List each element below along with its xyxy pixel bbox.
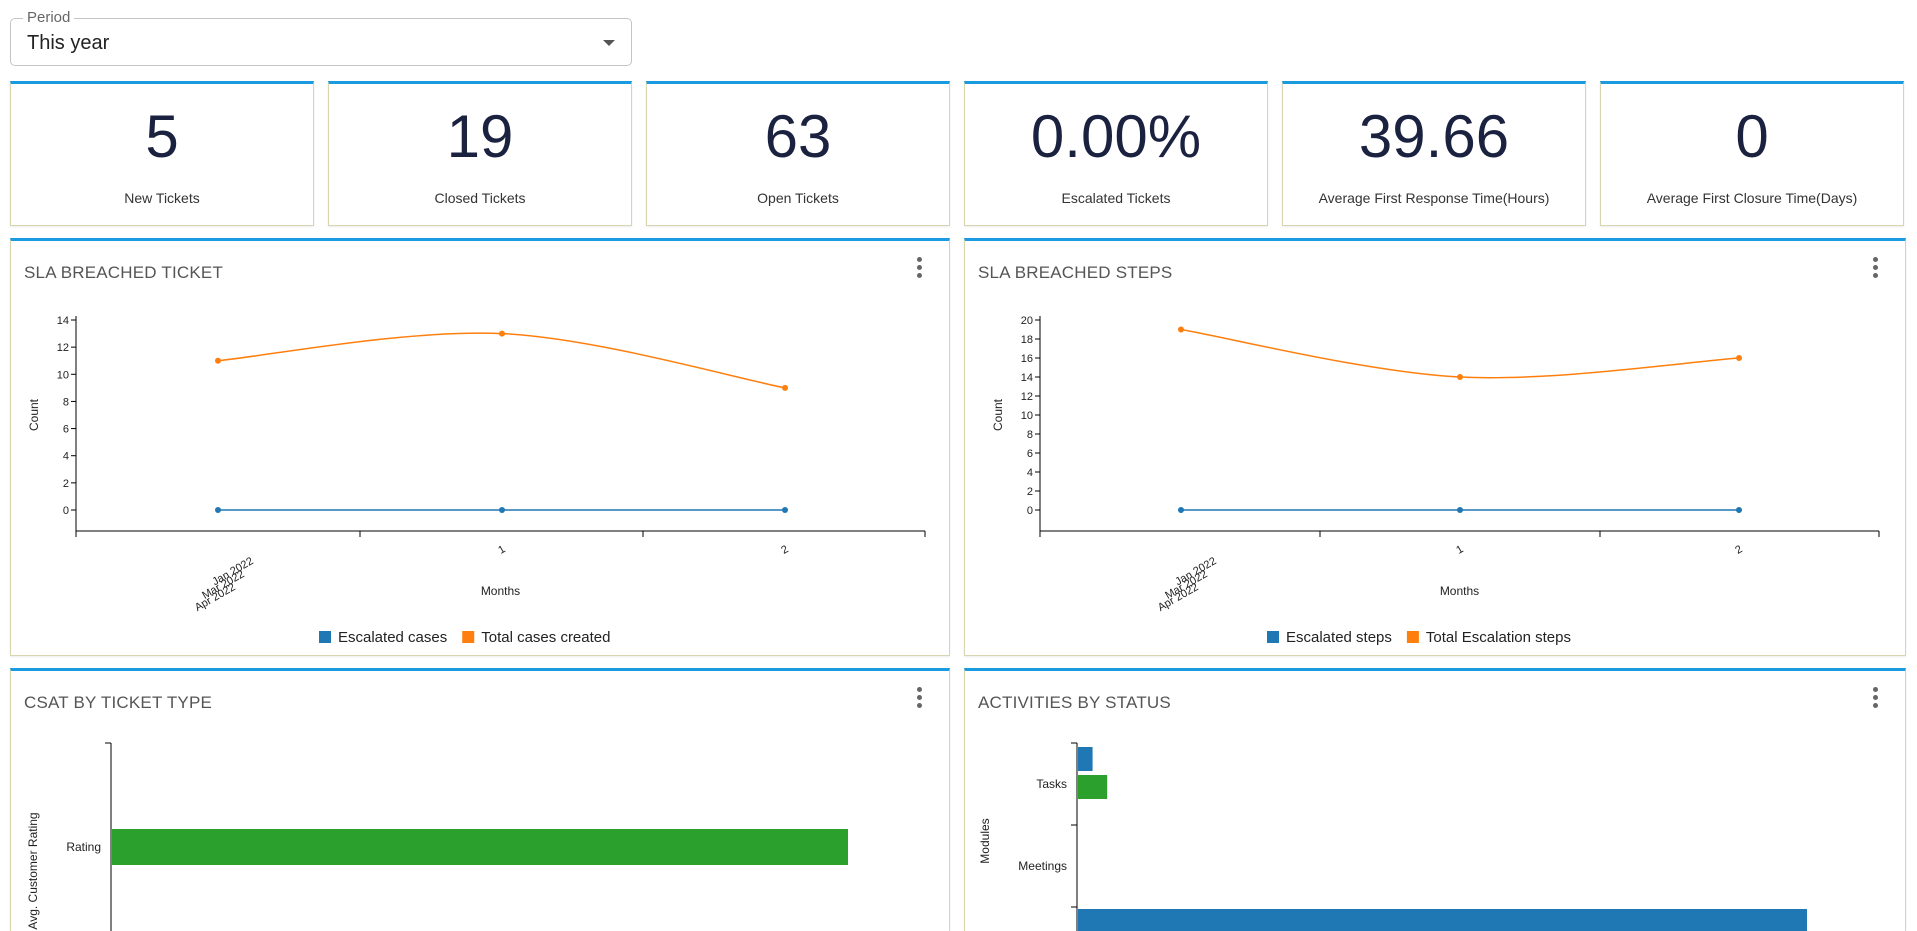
legend-label: Escalated steps xyxy=(1286,629,1392,646)
csat-by-ticket-type-card: CSAT BY TICKET TYPE Rating Avg. Customer … xyxy=(10,668,950,931)
data-point xyxy=(215,357,221,364)
legend-swatch xyxy=(462,631,475,643)
kpi-card-open-tickets: 63 Open Tickets xyxy=(646,81,950,226)
y-tick-label: 10 xyxy=(1021,410,1033,422)
x-axis-label: Months xyxy=(1440,584,1479,598)
bar xyxy=(1078,747,1093,771)
kpi-label: Average First Closure Time(Days) xyxy=(1646,190,1858,206)
y-axis-label: Modules xyxy=(978,818,992,863)
category-label: Rating xyxy=(66,840,101,854)
y-tick-label: 0 xyxy=(1027,505,1033,517)
y-tick-label: 16 xyxy=(1021,353,1033,365)
kpi-value: 0 xyxy=(1735,103,1769,170)
y-axis-label: Avg. Customer Rating xyxy=(26,812,40,929)
legend-label: Total Escalation steps xyxy=(1426,629,1571,646)
y-tick-label: 6 xyxy=(1027,448,1033,460)
kpi-label: Escalated Tickets xyxy=(1061,190,1171,206)
sla-breached-steps-card: SLA BREACHED STEPS 0 2 4 6 8 10 12 14 16 18 20 Jan … xyxy=(964,238,1906,656)
y-tick-label: 2 xyxy=(1027,486,1033,498)
data-point xyxy=(782,507,788,513)
kpi-card-new-tickets: 5 New Tickets xyxy=(10,81,314,226)
y-tick-label: 8 xyxy=(63,396,69,408)
y-tick-label: 2 xyxy=(63,478,69,490)
kpi-label: Open Tickets xyxy=(757,190,839,206)
y-tick-label: 4 xyxy=(1027,467,1033,479)
kpi-label: Average First Response Time(Hours) xyxy=(1318,190,1550,206)
kpi-value: 19 xyxy=(446,103,514,170)
y-tick-label: 14 xyxy=(57,315,69,327)
kpi-card-escalated-tickets: 0.00% Escalated Tickets xyxy=(964,81,1268,226)
y-tick-label: 12 xyxy=(57,342,69,354)
data-point xyxy=(499,330,505,337)
series-line-1 xyxy=(1180,328,1740,379)
csat-chart: Rating Avg. Customer Rating xyxy=(26,742,848,931)
kpi-card-avg-first-closure: 0 Average First Closure Time(Days) xyxy=(1600,81,1904,226)
sla-breached-ticket-card: SLA BREACHED TICKET 0 2 4 6 8 10 12 14 Jan 2022 M… xyxy=(10,238,950,656)
period-label: Period xyxy=(23,9,75,26)
kpi-label: Closed Tickets xyxy=(434,190,526,206)
x-axis-label: Months xyxy=(481,584,520,598)
data-point xyxy=(1457,374,1463,380)
y-tick-label: 18 xyxy=(1021,334,1033,346)
y-tick-label: 20 xyxy=(1021,315,1033,327)
data-point xyxy=(1736,507,1742,513)
bar xyxy=(1078,775,1108,799)
x-tick-label: 1 xyxy=(1454,543,1465,556)
y-axis-label: Count xyxy=(27,398,41,431)
x-tick-label: 2 xyxy=(779,543,790,556)
y-tick-label: 12 xyxy=(1021,391,1033,403)
legend-swatch xyxy=(1406,631,1419,643)
category-label: Tasks xyxy=(1036,777,1067,791)
legend-swatch xyxy=(319,631,331,643)
kpi-label: New Tickets xyxy=(124,190,200,206)
category-label: Meetings xyxy=(1018,859,1067,873)
y-tick-label: 10 xyxy=(57,369,69,381)
period-select[interactable]: Period This year xyxy=(10,9,632,66)
data-point xyxy=(1736,355,1742,361)
x-tick-label: 2 xyxy=(1733,543,1744,556)
data-point xyxy=(215,507,221,513)
legend-label: Escalated cases xyxy=(338,629,447,646)
sla-ticket-chart: 02468101214Jan 2022Mar 2022Apr 20221 2Mon… xyxy=(27,315,926,646)
legend-swatch xyxy=(1267,631,1279,643)
kpi-value: 0.00% xyxy=(1030,103,1202,170)
data-point xyxy=(499,507,505,513)
series-line-1 xyxy=(217,332,786,389)
data-point xyxy=(1178,326,1184,333)
bar xyxy=(1078,909,1807,931)
y-axis-label: Count xyxy=(991,398,1005,431)
chevron-down-icon[interactable] xyxy=(603,40,615,46)
y-tick-label: 8 xyxy=(1027,429,1033,441)
bar xyxy=(112,829,848,865)
sla-steps-chart: 02468101214161820Jan 2022Mar 2022Apr 202… xyxy=(991,315,1880,646)
kpi-card-closed-tickets: 19 Closed Tickets xyxy=(328,81,632,226)
y-tick-label: 4 xyxy=(63,451,69,463)
activities-chart: Tasks Meetings Modules xyxy=(978,742,1807,931)
data-point xyxy=(782,384,788,391)
activities-by-status-card: ACTIVITIES BY STATUS Tasks Meetings Module… xyxy=(964,668,1906,931)
y-tick-label: 0 xyxy=(63,505,69,517)
kpi-value: 63 xyxy=(764,103,832,170)
data-point xyxy=(1178,507,1184,513)
data-point xyxy=(1457,507,1463,513)
y-tick-label: 6 xyxy=(63,424,69,436)
kpi-value: 39.66 xyxy=(1358,103,1510,170)
y-tick-label: 14 xyxy=(1021,372,1033,384)
kpi-card-avg-first-response: 39.66 Average First Response Time(Hours) xyxy=(1282,81,1586,226)
x-tick-label: 1 xyxy=(496,543,507,556)
legend-label: Total cases created xyxy=(481,629,610,646)
kpi-value: 5 xyxy=(145,103,179,170)
period-value: This year xyxy=(27,32,110,54)
